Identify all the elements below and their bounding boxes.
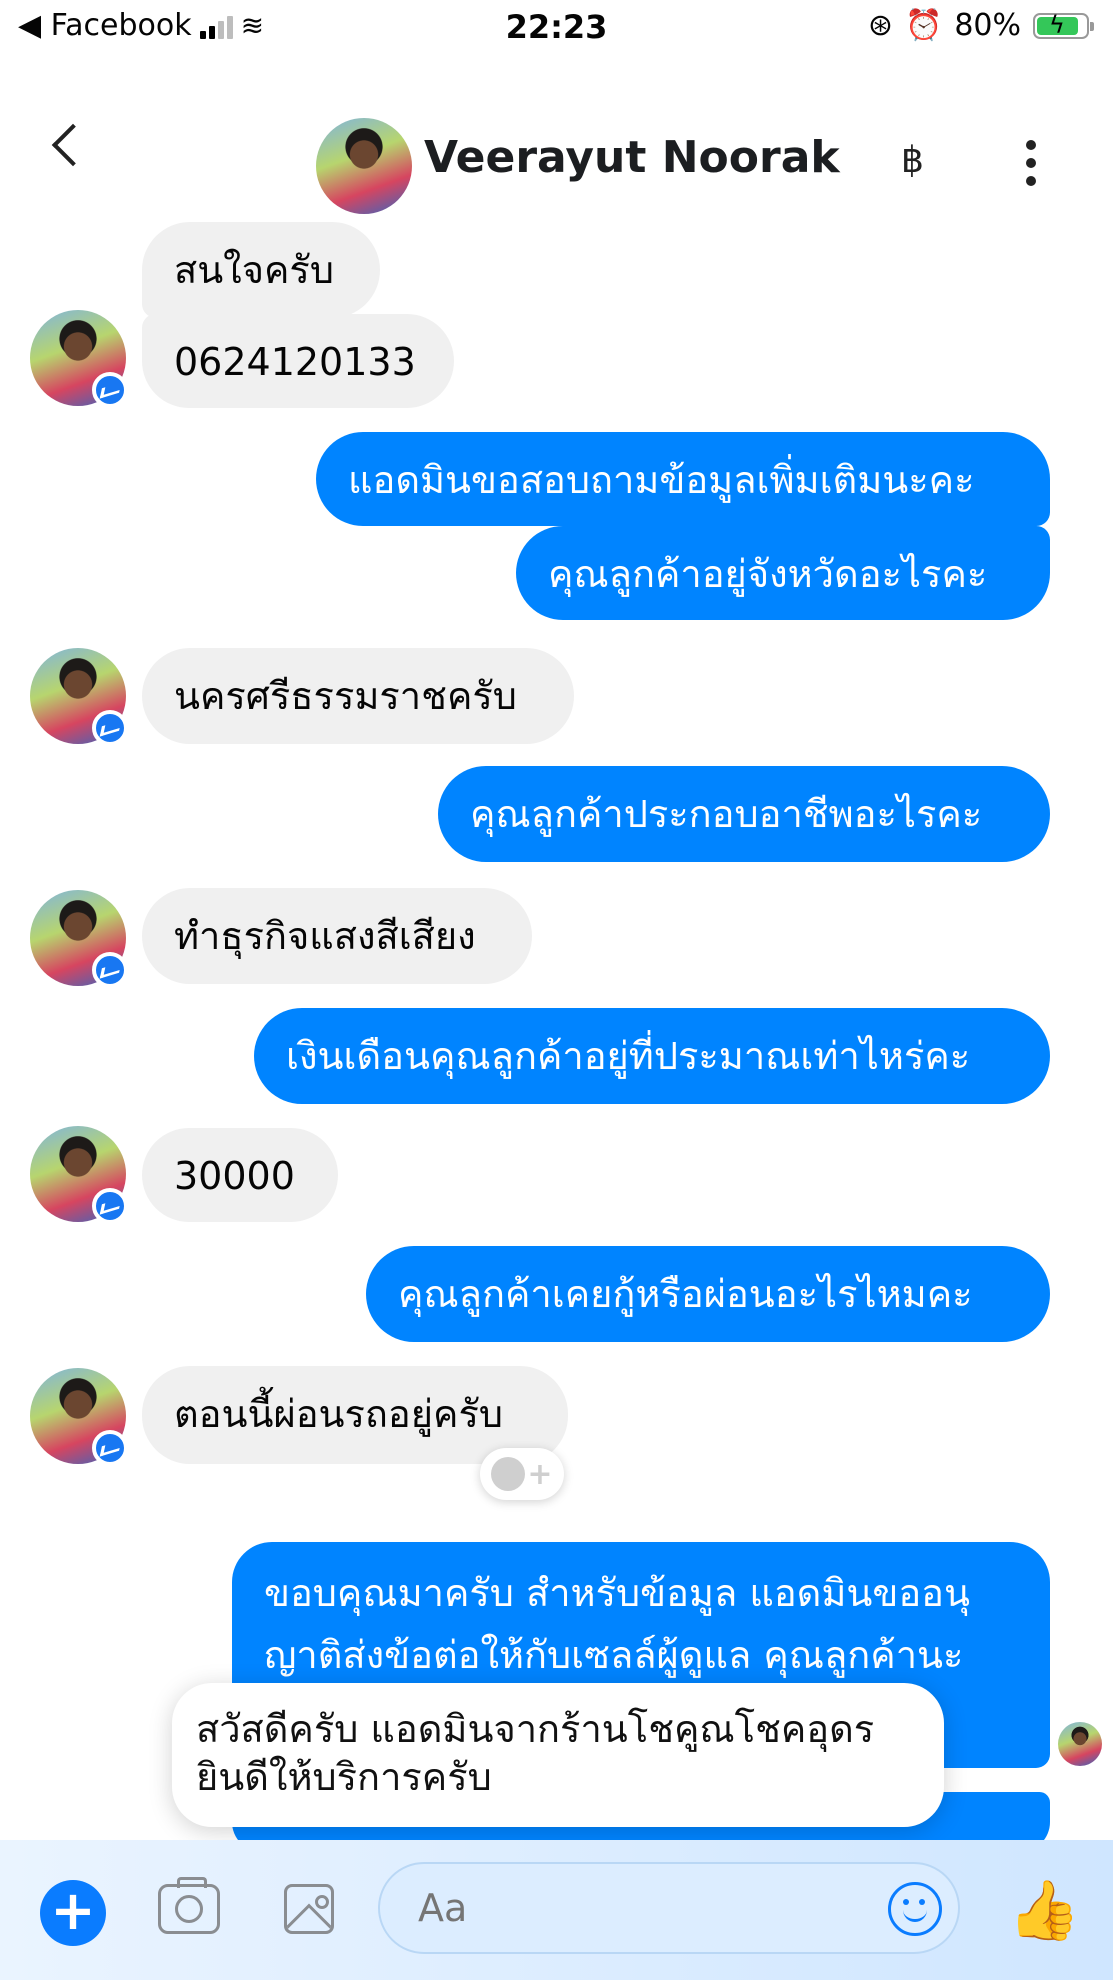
- message-outgoing[interactable]: คุณลูกค้าเคยกู้หรือผ่อนอะไรไหมคะ: [366, 1246, 1050, 1342]
- battery-icon: ϟ: [1033, 11, 1094, 39]
- contact-name[interactable]: Veerayut Noorak: [424, 132, 840, 183]
- rotation-lock-icon: ⊛: [867, 8, 893, 43]
- plus-icon[interactable]: +: [40, 1880, 106, 1946]
- tooltip-line: ยินดีให้บริการครับ: [196, 1755, 492, 1799]
- message-input[interactable]: [378, 1862, 960, 1954]
- message-outgoing[interactable]: คุณลูกค้าประกอบอาชีพอะไรคะ: [438, 766, 1050, 862]
- messenger-badge-icon: [92, 952, 128, 988]
- messenger-badge-icon: [92, 1430, 128, 1466]
- tooltip-line: สวัสดีครับ แอดมินจากร้านโชคูณโชคอุดร: [196, 1707, 875, 1751]
- messenger-badge-icon: [92, 710, 128, 746]
- payment-icon[interactable]: ฿: [901, 140, 924, 181]
- message-outgoing[interactable]: เงินเดือนคุณลูกค้าอยู่ที่ประมาณเท่าไหร่ค…: [254, 1008, 1050, 1104]
- sender-avatar[interactable]: [30, 890, 128, 988]
- add-reaction-button[interactable]: +: [480, 1448, 564, 1500]
- battery-percent: 80%: [954, 8, 1021, 43]
- like-thumb-icon[interactable]: 👍: [1008, 1876, 1080, 1945]
- message-incoming[interactable]: 30000: [142, 1128, 338, 1222]
- alarm-icon: ⏰: [904, 8, 943, 43]
- sender-avatar[interactable]: [30, 1126, 128, 1224]
- gallery-icon[interactable]: [284, 1884, 334, 1934]
- camera-icon[interactable]: [158, 1877, 220, 1934]
- status-right: ⊛ ⏰ 80% ϟ: [867, 8, 1094, 43]
- message-outgoing[interactable]: คุณลูกค้าอยู่จังหวัดอะไรคะ: [516, 526, 1050, 620]
- back-chevron-icon[interactable]: [51, 123, 95, 167]
- suggested-reply-tooltip[interactable]: สวัสดีครับ แอดมินจากร้านโชคูณโชคอุดร ยิน…: [172, 1683, 944, 1827]
- message-line: ขอบคุณมาครับ สำหรับข้อมูล แอดมินขออนุ: [264, 1571, 970, 1615]
- contact-avatar[interactable]: [316, 118, 412, 214]
- read-receipt-avatar: [1058, 1722, 1102, 1766]
- message-incoming[interactable]: นครศรีธรรมราชครับ: [142, 648, 574, 744]
- message-incoming[interactable]: ทำธุรกิจแสงสีเสียง: [142, 888, 532, 984]
- message-line: ญาติส่งข้อต่อให้กับเซลล์ผู้ดูแล คุณลูกค้…: [264, 1633, 964, 1677]
- sender-avatar[interactable]: [30, 310, 128, 408]
- message-outgoing[interactable]: แอดมินขอสอบถามข้อมูลเพิ่มเติมนะคะ: [316, 432, 1050, 526]
- plus-icon: +: [527, 1456, 553, 1492]
- messenger-badge-icon: [92, 372, 128, 408]
- emoji-icon[interactable]: [888, 1882, 942, 1936]
- sender-avatar[interactable]: [30, 648, 128, 746]
- messenger-badge-icon: [92, 1188, 128, 1224]
- smiley-icon: [491, 1457, 526, 1491]
- more-options-icon[interactable]: [1026, 140, 1036, 186]
- sender-avatar[interactable]: [30, 1368, 128, 1466]
- message-incoming[interactable]: 0624120133: [142, 314, 454, 408]
- message-incoming[interactable]: สนใจครับ: [142, 222, 380, 318]
